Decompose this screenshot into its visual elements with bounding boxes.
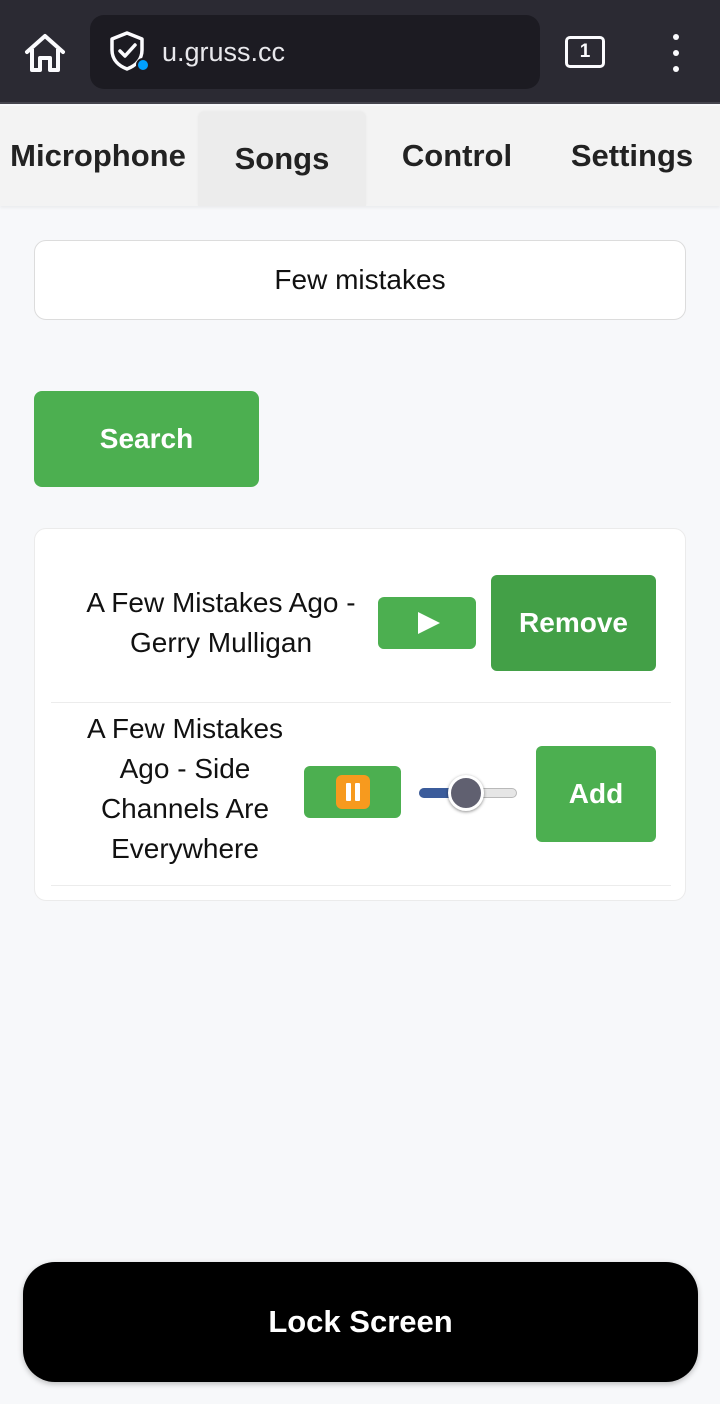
status-dot xyxy=(136,58,150,72)
list-item: A Few Mistakes Ago - Side Channels Are E… xyxy=(51,703,671,886)
tab-label: Settings xyxy=(570,138,694,173)
list-item: A Few Mistakes Ago - Gerry Mulligan Remo… xyxy=(51,545,671,703)
tab-songs[interactable]: Songs xyxy=(198,112,366,206)
play-button[interactable] xyxy=(378,597,476,649)
tab-settings[interactable]: Settings xyxy=(548,106,716,206)
add-button[interactable]: Add xyxy=(536,746,656,842)
song-title: A Few Mistakes Ago - Side Channels Are E… xyxy=(86,713,284,864)
tab-label: Microphone xyxy=(10,138,186,173)
tab-label: Songs xyxy=(234,141,330,176)
slider-thumb[interactable] xyxy=(447,775,484,811)
home-button[interactable] xyxy=(18,28,72,78)
search-input[interactable] xyxy=(34,240,686,320)
progress-slider[interactable] xyxy=(419,775,519,811)
menu-dot xyxy=(673,50,679,56)
remove-button[interactable]: Remove xyxy=(491,575,656,671)
tab-label: Control xyxy=(401,138,513,173)
menu-dot xyxy=(673,66,679,72)
more-vertical-icon[interactable] xyxy=(660,34,692,72)
tab-microphone[interactable]: Microphone xyxy=(0,106,196,206)
url-text[interactable]: u.gruss.cc xyxy=(162,37,285,68)
pause-button[interactable] xyxy=(304,766,401,818)
lock-screen-button[interactable]: Lock Screen xyxy=(23,1262,698,1382)
home-icon xyxy=(25,34,65,72)
tabs-button[interactable]: 1 xyxy=(565,36,605,68)
tab-count-label: 1 xyxy=(579,41,591,62)
browser-toolbar: u.gruss.cc 1 xyxy=(0,0,720,104)
search-button[interactable]: Search xyxy=(34,391,259,487)
address-bar[interactable]: u.gruss.cc xyxy=(90,15,540,89)
pause-icon xyxy=(335,775,370,809)
results-list: A Few Mistakes Ago - Gerry Mulligan Remo… xyxy=(34,528,686,901)
song-title: A Few Mistakes Ago - Gerry Mulligan xyxy=(86,587,356,658)
menu-dot xyxy=(673,34,679,40)
tab-control[interactable]: Control xyxy=(372,106,542,206)
site-security-button[interactable] xyxy=(108,30,150,74)
tab-bar: Microphone Songs Control Settings xyxy=(0,106,720,206)
play-icon xyxy=(418,612,440,634)
